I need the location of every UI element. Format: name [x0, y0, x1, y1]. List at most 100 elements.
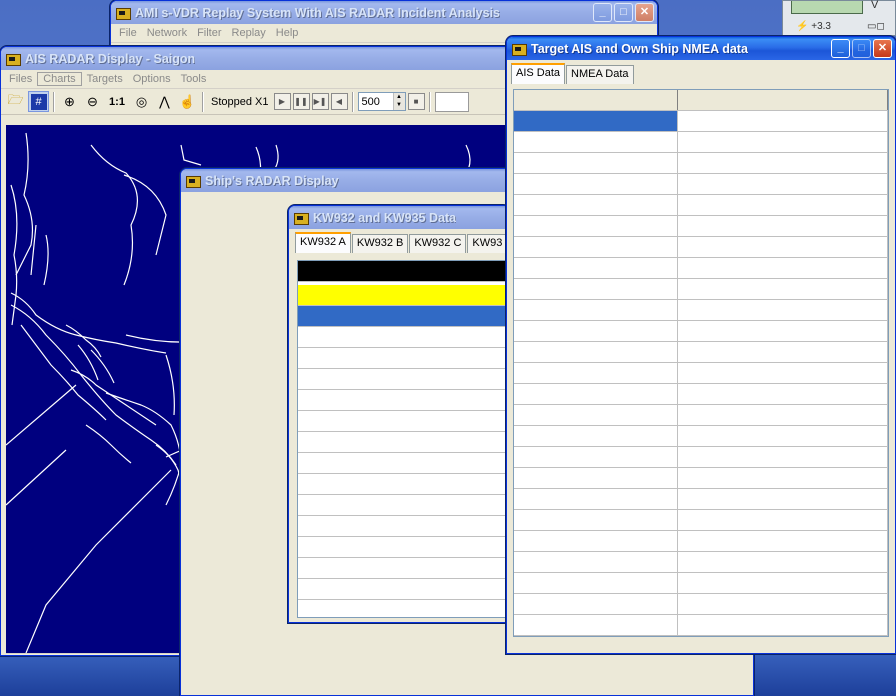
table-row[interactable]	[514, 216, 888, 237]
spin-up-icon[interactable]: ▲	[394, 93, 405, 101]
table-row[interactable]	[514, 510, 888, 531]
kw-window-titlebar[interactable]: KW932 and KW935 Data	[289, 206, 509, 229]
menu-charts[interactable]: Charts	[37, 72, 82, 86]
table-cell	[678, 468, 888, 488]
table-row[interactable]	[514, 195, 888, 216]
tab-kw932-b[interactable]: KW932 B	[351, 234, 409, 253]
table-row[interactable]	[298, 558, 509, 579]
table-cell	[514, 447, 678, 467]
table-cell	[514, 153, 678, 173]
menu-network[interactable]: Network	[142, 27, 192, 39]
table-cell	[678, 447, 888, 467]
minimize-icon: _	[837, 42, 844, 54]
table-row[interactable]	[514, 321, 888, 342]
table-row[interactable]	[514, 279, 888, 300]
close-button[interactable]: ✕	[873, 39, 892, 58]
menu-filter[interactable]: Filter	[192, 27, 226, 39]
zoom-in-button[interactable]: ⊕	[59, 91, 80, 112]
range-spinner[interactable]: 500 ▲ ▼	[357, 92, 406, 111]
hand-pointer-button[interactable]: ☝	[177, 91, 198, 112]
app-icon	[115, 5, 131, 21]
table-row[interactable]	[298, 327, 509, 348]
gadget-lcd-display	[791, 1, 863, 14]
table-cell	[678, 237, 888, 257]
stop-button[interactable]: ■	[407, 93, 425, 110]
table-row[interactable]	[298, 516, 509, 537]
pause-button[interactable]: ❚❚	[292, 93, 310, 110]
table-row[interactable]	[514, 111, 888, 132]
spin-down-icon[interactable]: ▼	[394, 101, 405, 109]
maximize-button[interactable]: □	[852, 39, 871, 58]
close-button[interactable]: ✕	[635, 3, 654, 22]
tab-kw93[interactable]: KW93	[467, 234, 508, 253]
table-row[interactable]	[514, 363, 888, 384]
menu-files[interactable]: Files	[4, 73, 37, 85]
rewind-button[interactable]: ◀	[330, 93, 348, 110]
menu-targets[interactable]: Targets	[82, 73, 128, 85]
table-row[interactable]	[514, 489, 888, 510]
main-window-titlebar[interactable]: AMI s-VDR Replay System With AIS RADAR I…	[111, 1, 657, 24]
table-row[interactable]	[514, 384, 888, 405]
table-row[interactable]	[514, 258, 888, 279]
minimize-button[interactable]: _	[593, 3, 612, 22]
radar-window-titlebar[interactable]: AIS RADAR Display - Saigon	[1, 47, 511, 70]
menu-replay[interactable]: Replay	[227, 27, 271, 39]
table-row[interactable]	[514, 237, 888, 258]
table-row[interactable]	[514, 615, 888, 636]
menu-options[interactable]: Options	[128, 73, 176, 85]
tab-kw932-c[interactable]: KW932 C	[409, 234, 467, 253]
table-row[interactable]	[514, 468, 888, 489]
target-window-titlebar[interactable]: Target AIS and Own Ship NMEA data _ □ ✕	[507, 37, 895, 60]
target-button[interactable]: ◎	[131, 91, 152, 112]
scroll-thumb[interactable]	[22, 655, 176, 656]
table-row[interactable]	[298, 285, 509, 306]
maximize-button[interactable]: □	[614, 3, 633, 22]
chart-grid-button[interactable]: #	[28, 91, 49, 112]
menu-tools[interactable]: Tools	[176, 73, 212, 85]
table-row[interactable]	[514, 300, 888, 321]
table-row[interactable]	[298, 537, 509, 558]
table-row[interactable]	[514, 153, 888, 174]
table-row[interactable]	[298, 432, 509, 453]
table-row[interactable]	[298, 579, 509, 600]
zoom-reset-button[interactable]: 1:1	[105, 91, 129, 112]
minimize-button[interactable]: _	[831, 39, 850, 58]
tab-ais-data[interactable]: AIS Data	[511, 63, 566, 84]
open-folder-button[interactable]: 🗁	[5, 91, 26, 112]
table-row[interactable]	[514, 174, 888, 195]
table-cell	[514, 531, 678, 551]
tab-kw932-a[interactable]: KW932 A	[295, 232, 351, 253]
grid-header-row	[514, 90, 888, 111]
table-row[interactable]	[514, 552, 888, 573]
fast-forward-button[interactable]: ▶❚	[311, 93, 329, 110]
compass-button[interactable]: ⋀	[154, 91, 175, 112]
table-cell	[678, 132, 888, 152]
menu-help[interactable]: Help	[271, 27, 304, 39]
table-row[interactable]	[298, 411, 509, 432]
table-row[interactable]	[514, 132, 888, 153]
menu-file[interactable]: File	[114, 27, 142, 39]
play-button[interactable]: ▶	[273, 93, 291, 110]
table-row[interactable]	[298, 390, 509, 411]
table-cell	[514, 342, 678, 362]
table-row[interactable]	[298, 495, 509, 516]
tab-nmea-data[interactable]: NMEA Data	[566, 65, 634, 84]
table-row[interactable]	[298, 348, 509, 369]
table-row[interactable]	[514, 594, 888, 615]
table-row[interactable]	[298, 600, 509, 617]
table-row[interactable]	[514, 636, 888, 637]
radar-window-title: AIS RADAR Display - Saigon	[25, 51, 196, 66]
table-row[interactable]	[298, 474, 509, 495]
table-row[interactable]	[298, 453, 509, 474]
table-row[interactable]	[298, 306, 509, 327]
table-row[interactable]	[298, 369, 509, 390]
speed-slider[interactable]	[434, 91, 469, 112]
table-row[interactable]	[514, 426, 888, 447]
table-cell	[678, 405, 888, 425]
table-row[interactable]	[514, 573, 888, 594]
table-row[interactable]	[514, 447, 888, 468]
zoom-out-button[interactable]: ⊖	[82, 91, 103, 112]
table-row[interactable]	[514, 405, 888, 426]
table-row[interactable]	[514, 531, 888, 552]
table-row[interactable]	[514, 342, 888, 363]
